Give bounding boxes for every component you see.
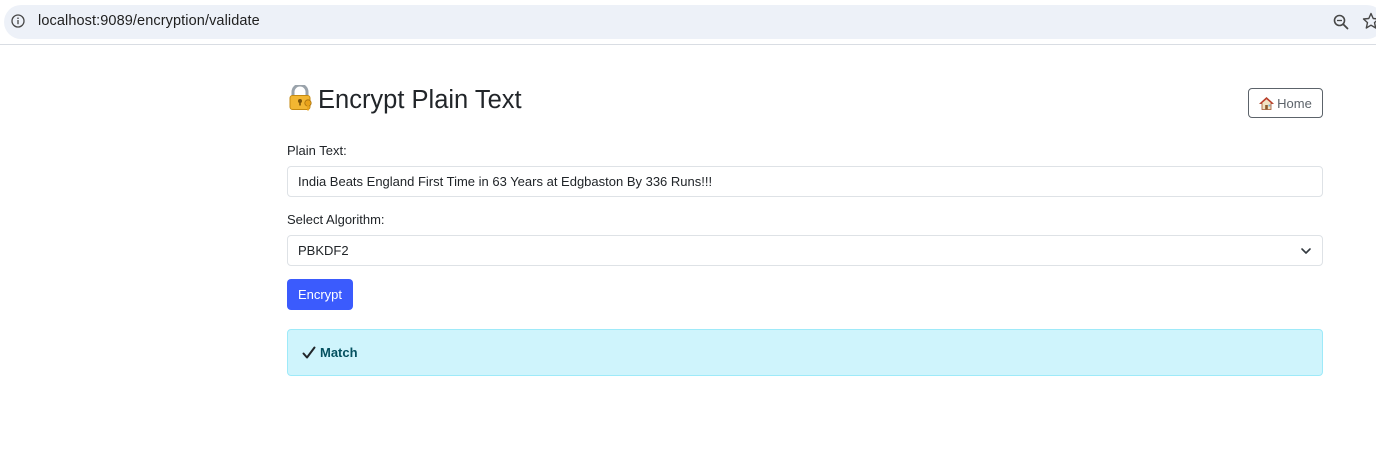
bookmark-star-icon[interactable] xyxy=(1362,12,1376,30)
site-info-icon[interactable] xyxy=(11,14,25,28)
home-button[interactable]: Home xyxy=(1248,88,1323,118)
plain-text-input[interactable] xyxy=(287,166,1323,197)
page-title-text: Encrypt Plain Text xyxy=(318,86,522,114)
home-button-label: Home xyxy=(1277,95,1312,111)
zoom-icon[interactable] xyxy=(1332,13,1350,31)
address-bar-url[interactable]: localhost:9089/encryption/validate xyxy=(38,13,260,29)
plain-text-label: Plain Text: xyxy=(287,143,347,158)
check-mark-icon xyxy=(302,346,316,358)
result-message: Match xyxy=(320,345,358,360)
house-icon xyxy=(1259,96,1275,110)
algorithm-select[interactable]: PBKDF2 xyxy=(287,235,1323,266)
page-title: Encrypt Plain Text xyxy=(287,83,522,117)
chevron-down-icon xyxy=(1301,248,1311,254)
algorithm-selected-value: PBKDF2 xyxy=(298,243,349,258)
result-alert: Match xyxy=(287,329,1323,376)
algorithm-label: Select Algorithm: xyxy=(287,212,385,227)
browser-toolbar: localhost:9089/encryption/validate xyxy=(0,0,1376,45)
encrypt-button[interactable]: Encrypt xyxy=(287,279,353,310)
locked-with-key-icon xyxy=(289,85,312,111)
